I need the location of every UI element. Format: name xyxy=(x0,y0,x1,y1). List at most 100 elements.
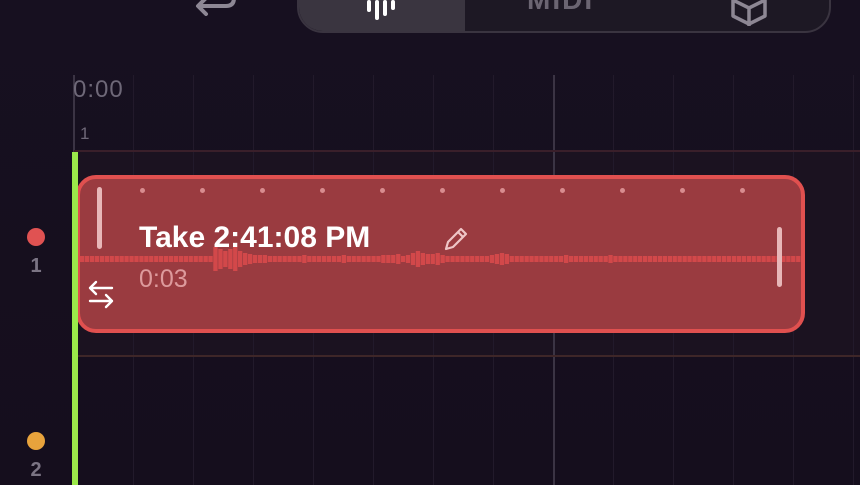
waveform-bar xyxy=(489,255,495,263)
track-1-color-dot[interactable] xyxy=(27,228,45,246)
waveform-bar xyxy=(544,256,549,262)
waveform-bar xyxy=(415,251,421,267)
waveform-bar xyxy=(405,255,411,263)
clip-beat-dot xyxy=(320,188,325,193)
waveform-bar xyxy=(317,256,322,262)
waveform-bar xyxy=(124,256,129,262)
waveform-bar xyxy=(99,256,105,262)
waveform-bar xyxy=(371,256,376,262)
waveform-icon xyxy=(367,0,395,20)
mode-segmented-control: MIDI xyxy=(297,0,831,33)
waveform-bar xyxy=(736,256,742,262)
time-ruler-label: 0:00 xyxy=(73,76,124,103)
waveform-bar xyxy=(396,254,401,264)
waveform-bar xyxy=(139,256,144,262)
swap-arrows-icon[interactable] xyxy=(86,279,116,309)
waveform-bar xyxy=(287,256,292,262)
waveform-bar xyxy=(608,255,613,263)
clip-beat-dot xyxy=(620,188,625,193)
track-2-number: 2 xyxy=(30,459,42,481)
undo-icon[interactable] xyxy=(190,0,240,16)
waveform-bar xyxy=(356,256,361,262)
waveform-bar xyxy=(588,256,593,262)
clip-beat-dot xyxy=(740,188,745,193)
waveform-bar xyxy=(465,256,470,262)
waveform-bar xyxy=(430,254,435,264)
waveform-bar xyxy=(104,256,109,262)
waveform-bar xyxy=(746,256,751,262)
waveform-bar xyxy=(712,256,717,262)
waveform-bar xyxy=(480,256,485,262)
waveform-bar xyxy=(302,255,307,263)
waveform-bar xyxy=(726,256,732,262)
waveform-bar xyxy=(262,255,267,263)
waveform-bar xyxy=(89,256,95,262)
waveform-bar xyxy=(568,256,574,262)
clip-end-handle[interactable] xyxy=(777,227,782,287)
waveform-bar xyxy=(149,256,154,262)
waveform-bar xyxy=(435,253,440,265)
waveform-bar xyxy=(366,256,371,262)
waveform-bar xyxy=(109,256,114,262)
waveform-bar xyxy=(756,256,761,262)
waveform-bar xyxy=(450,256,455,262)
waveform-bar xyxy=(391,255,396,263)
waveform-bar xyxy=(771,256,776,262)
waveform-bar xyxy=(129,256,134,262)
waveform-bar xyxy=(633,256,638,262)
waveform-bar xyxy=(707,256,712,262)
waveform-bar xyxy=(657,256,663,262)
waveform-bar xyxy=(578,256,584,262)
clip-title[interactable]: Take 2:41:08 PM xyxy=(139,221,370,255)
waveform-bar xyxy=(247,254,253,264)
audio-clip[interactable]: Take 2:41:08 PM 0:03 xyxy=(76,175,805,333)
lane-divider-top xyxy=(74,150,860,152)
waveform-bar xyxy=(751,256,756,262)
waveform-bar xyxy=(549,256,554,262)
waveform-bar xyxy=(326,256,332,262)
playhead[interactable] xyxy=(72,152,78,485)
waveform-bar xyxy=(786,256,791,262)
waveform-bar xyxy=(134,256,139,262)
waveform-bar xyxy=(504,254,509,264)
segment-audio[interactable] xyxy=(299,0,465,31)
waveform-bar xyxy=(741,256,746,262)
pencil-icon[interactable] xyxy=(442,225,470,253)
waveform-bar xyxy=(425,254,430,264)
clip-start-handle[interactable] xyxy=(97,187,102,249)
lane-divider-bottom xyxy=(74,355,860,357)
waveform-bar xyxy=(440,255,445,263)
waveform-bar xyxy=(470,256,475,262)
waveform-bar xyxy=(652,256,658,262)
waveform-bar xyxy=(282,256,287,262)
waveform-bar xyxy=(119,256,124,262)
waveform-bar xyxy=(277,256,282,262)
waveform-bar xyxy=(361,256,366,262)
waveform-bar xyxy=(173,256,179,262)
waveform-bar xyxy=(484,256,490,262)
waveform-bar xyxy=(252,255,258,263)
waveform-bar xyxy=(401,256,406,262)
waveform-bar xyxy=(420,253,425,265)
cube-icon xyxy=(731,0,767,26)
track-2-color-dot[interactable] xyxy=(27,432,45,450)
waveform-bar xyxy=(376,256,381,262)
waveform-bar xyxy=(647,256,653,262)
waveform-bar xyxy=(791,256,796,262)
waveform-bar xyxy=(144,256,149,262)
waveform-bar xyxy=(494,254,500,264)
waveform-bar xyxy=(460,256,465,262)
waveform-bar xyxy=(722,256,727,262)
waveform-bar xyxy=(717,256,722,262)
segment-midi[interactable]: MIDI xyxy=(527,0,594,16)
clip-beat-dot xyxy=(260,188,265,193)
waveform-bar xyxy=(534,256,539,262)
waveform-bar xyxy=(475,256,480,262)
waveform-bar xyxy=(272,256,277,262)
clip-beat-dot xyxy=(500,188,505,193)
waveform-bar xyxy=(154,256,159,262)
daw-app: MIDI 0:00 1 1 2 Take 2:41:08 PM 0:03 xyxy=(0,0,860,485)
waveform-bar xyxy=(603,256,608,262)
waveform-bar xyxy=(164,256,169,262)
waveform-bar xyxy=(178,256,184,262)
